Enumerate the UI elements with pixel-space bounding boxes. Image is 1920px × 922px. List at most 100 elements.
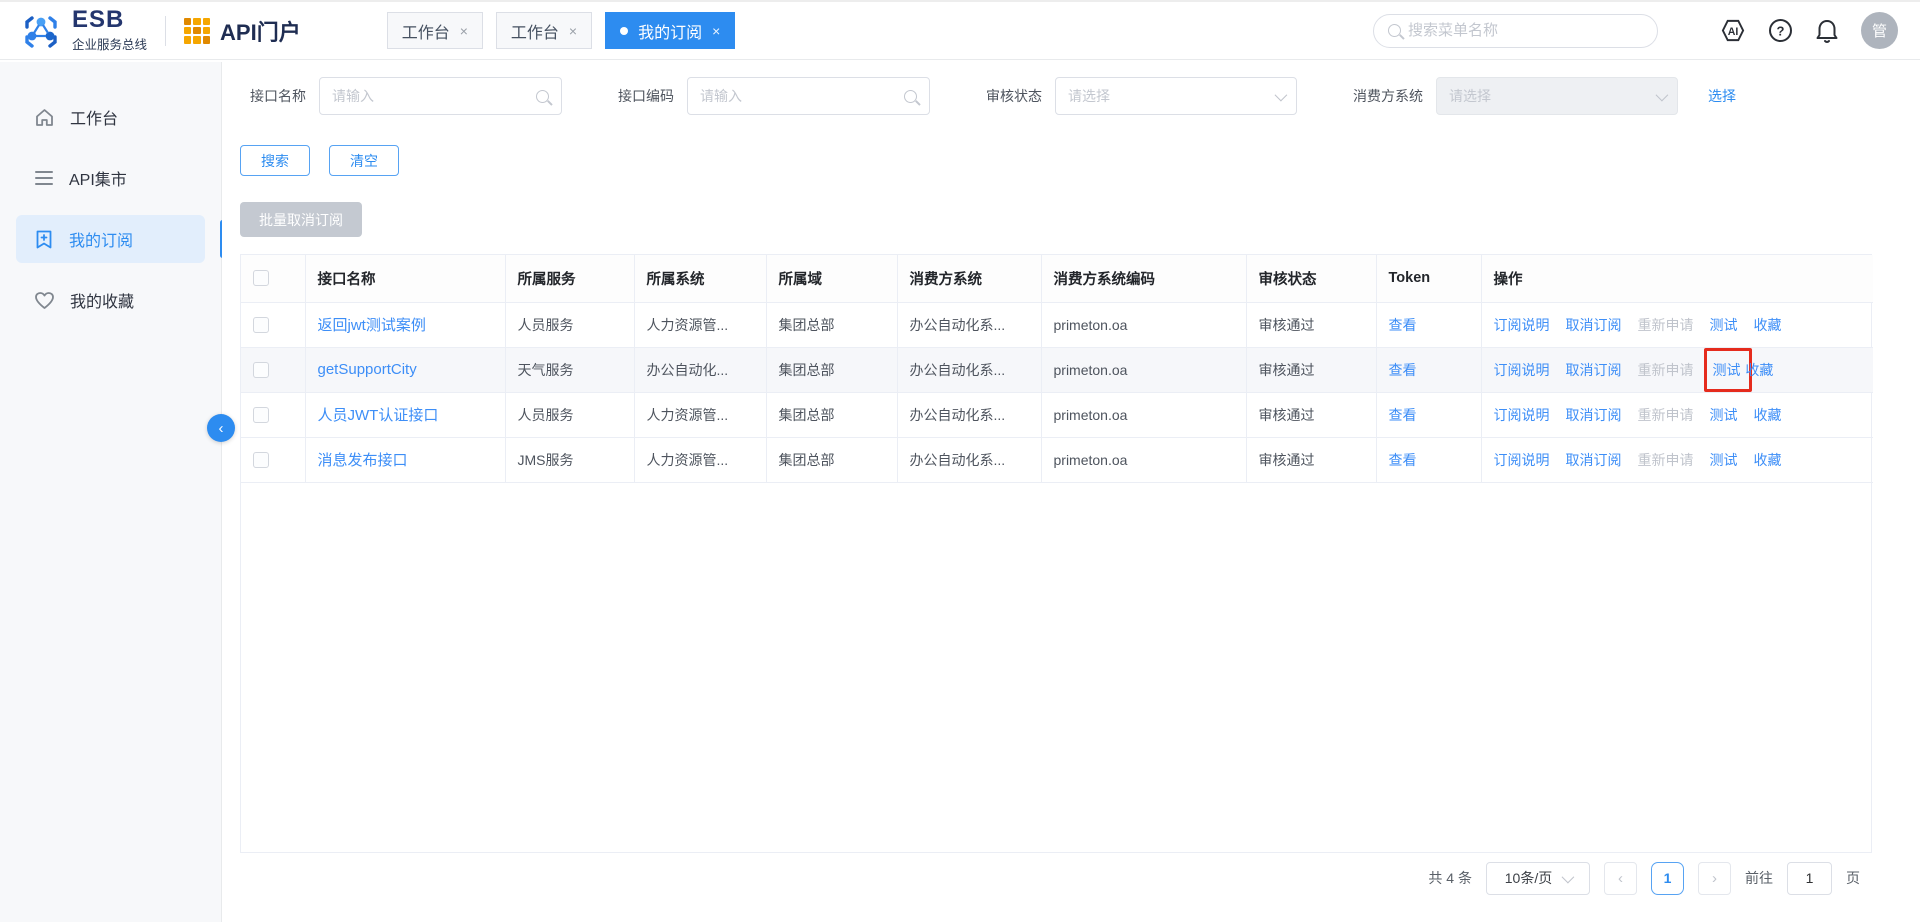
cell-system: 办公自动化... (634, 347, 767, 393)
help-icon[interactable]: ? (1767, 18, 1793, 44)
tab-工作台-0[interactable]: 工作台 × (386, 12, 483, 49)
filter-select-3[interactable]: 请选择 (1436, 77, 1678, 115)
action-重新申请[interactable]: 重新申请 (1638, 317, 1694, 333)
token-view-link[interactable]: 查看 (1389, 407, 1417, 423)
action-取消订阅[interactable]: 取消订阅 (1566, 362, 1622, 378)
table-row-3: 消息发布接口 JMS服务 人力资源管... 集团总部 办公自动化系... primeton… (241, 437, 1873, 483)
page-number-1[interactable]: 1 (1651, 861, 1684, 895)
search-icon (904, 89, 917, 103)
heart-icon (34, 291, 55, 310)
menu-search-input[interactable] (1408, 22, 1643, 39)
ai-assistant-icon[interactable]: AI (1720, 18, 1746, 44)
batch-cancel-subscription-button[interactable]: 批量取消订阅 (240, 202, 362, 237)
action-取消订阅[interactable]: 取消订阅 (1566, 452, 1622, 468)
sidebar-item-3[interactable]: 我的收藏 (16, 276, 205, 324)
token-view-link[interactable]: 查看 (1389, 362, 1417, 378)
interface-name-link[interactable]: 消息发布接口 (318, 452, 408, 469)
search-icon (1388, 24, 1401, 37)
filter-bar: 接口名称接口编码审核状态请选择消费方系统请选择选择 (250, 77, 1920, 115)
action-测试[interactable]: 测试 (1710, 317, 1738, 333)
action-订阅说明[interactable]: 订阅说明 (1494, 407, 1550, 423)
svg-text:AI: AI (1728, 26, 1739, 38)
filter-label-1: 接口编码 (618, 88, 674, 104)
cell-interface-name: 消息发布接口 (305, 437, 506, 483)
column-header-1: 所属服务 (505, 255, 635, 303)
notifications-bell-icon[interactable] (1814, 18, 1840, 44)
clear-button[interactable]: 清空 (329, 145, 399, 176)
cell-domain: 集团总部 (766, 392, 898, 438)
action-重新申请[interactable]: 重新申请 (1638, 452, 1694, 468)
page-size-select[interactable]: 10条/页 (1486, 861, 1590, 895)
chevron-down-icon (1274, 88, 1288, 101)
portal-brand: API门户 (184, 15, 301, 47)
cell-domain: 集团总部 (766, 437, 898, 483)
logo-title: ESB (72, 6, 125, 33)
cell-service: 人员服务 (505, 302, 635, 348)
filter-input-1[interactable] (687, 77, 930, 115)
action-收藏[interactable]: 收藏 (1745, 362, 1773, 378)
row-checkbox[interactable] (253, 452, 269, 469)
action-测试[interactable]: 测试 (1710, 452, 1738, 468)
sidebar-item-1[interactable]: API集市 (16, 154, 205, 202)
sidebar-nav: 工作台 API集市我的订阅我的收藏 ‹ (0, 62, 235, 922)
cell-system: 人力资源管... (634, 392, 767, 438)
goto-page-input[interactable] (1787, 861, 1832, 895)
token-view-link[interactable]: 查看 (1389, 317, 1417, 333)
cell-token: 查看 (1376, 437, 1482, 483)
cell-system: 人力资源管... (634, 437, 767, 483)
menu-search-box[interactable] (1373, 13, 1658, 48)
esb-network-logo-icon (20, 10, 62, 52)
row-checkbox[interactable] (253, 362, 269, 379)
tab-我的订阅-2[interactable]: 我的订阅 × (605, 12, 736, 49)
cell-interface-name: 人员JWT认证接口 (305, 392, 506, 438)
select-all-header (241, 255, 306, 303)
tab-close-icon[interactable]: × (460, 23, 468, 39)
action-取消订阅[interactable]: 取消订阅 (1566, 407, 1622, 423)
action-取消订阅[interactable]: 取消订阅 (1566, 317, 1622, 333)
column-header-8: 操作 (1481, 255, 1873, 303)
filter-input-0[interactable] (319, 77, 562, 115)
action-订阅说明[interactable]: 订阅说明 (1494, 452, 1550, 468)
interface-name-link[interactable]: 人员JWT认证接口 (318, 407, 439, 424)
cell-consumer: 办公自动化系... (897, 347, 1042, 393)
cell-select (241, 347, 306, 393)
sidebar-collapse-button[interactable]: ‹ (207, 414, 235, 442)
action-重新申请[interactable]: 重新申请 (1638, 407, 1694, 423)
action-订阅说明[interactable]: 订阅说明 (1494, 362, 1550, 378)
tab-close-icon[interactable]: × (569, 23, 577, 39)
tab-close-icon[interactable]: × (712, 23, 720, 39)
interface-name-link[interactable]: 返回jwt测试案例 (318, 317, 426, 334)
action-收藏[interactable]: 收藏 (1754, 452, 1782, 468)
filter-select-2[interactable]: 请选择 (1055, 77, 1297, 115)
column-header-5: 消费方系统编码 (1041, 255, 1247, 303)
action-订阅说明[interactable]: 订阅说明 (1494, 317, 1550, 333)
action-测试[interactable]: 测试 (1713, 362, 1741, 378)
interface-name-link[interactable]: getSupportCity (318, 361, 417, 378)
app-header: ESB 企业服务总线 API门户 工作台× 工作台× 我的订阅× AI ? (0, 0, 1920, 60)
cell-select (241, 302, 306, 348)
tab-工作台-1[interactable]: 工作台 × (495, 12, 593, 49)
sidebar-item-0[interactable]: 工作台 (16, 93, 205, 141)
user-avatar[interactable]: 管 (1861, 12, 1898, 49)
table-row-0: 返回jwt测试案例 人员服务 人力资源管... 集团总部 办公自动化系... primet… (241, 302, 1873, 348)
select-all-checkbox[interactable] (253, 270, 269, 287)
cell-consumer-code: primeton.oa (1041, 302, 1247, 348)
token-view-link[interactable]: 查看 (1389, 452, 1417, 468)
sidebar-item-2[interactable]: 我的订阅 (16, 215, 225, 263)
action-重新申请[interactable]: 重新申请 (1638, 362, 1694, 378)
column-header-3: 所属域 (766, 255, 898, 303)
next-page-button[interactable]: › (1698, 861, 1731, 895)
logo-subtitle: 企业服务总线 (72, 38, 148, 52)
action-收藏[interactable]: 收藏 (1754, 407, 1782, 423)
action-测试[interactable]: 测试 (1710, 407, 1738, 423)
subscriptions-table: 接口名称 所属服务 所属系统 所属域 消费方系统 消费方系统编码 审核状态 Token 操作 返… (240, 254, 1873, 853)
cell-token: 查看 (1376, 302, 1482, 348)
prev-page-button[interactable]: ‹ (1604, 861, 1637, 895)
action-收藏[interactable]: 收藏 (1754, 317, 1782, 333)
choose-consumer-link[interactable]: 选择 (1708, 86, 1736, 106)
cell-interface-name: 返回jwt测试案例 (305, 302, 506, 348)
cell-actions: 订阅说明 取消订阅 重新申请 测试 收藏 (1481, 347, 1873, 393)
row-checkbox[interactable] (253, 407, 269, 424)
search-button[interactable]: 搜索 (240, 145, 310, 176)
row-checkbox[interactable] (253, 317, 269, 334)
